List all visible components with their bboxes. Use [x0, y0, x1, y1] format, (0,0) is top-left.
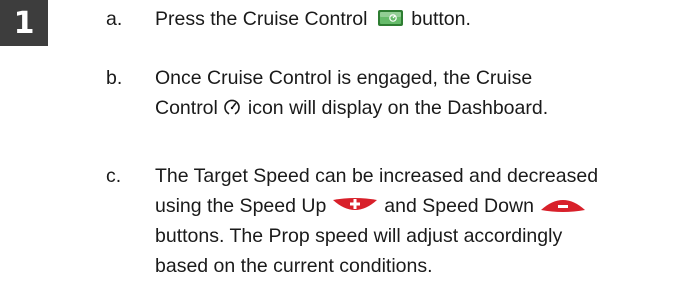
- item-letter: b.: [106, 67, 123, 89]
- cruise-control-dashboard-icon: [222, 97, 242, 117]
- item-text-part: using the Speed Up: [155, 195, 327, 217]
- step-number-badge: 1: [0, 0, 48, 46]
- speed-down-button-icon: [540, 197, 586, 213]
- step-number: 1: [13, 5, 35, 41]
- speed-up-button-icon: [332, 197, 378, 213]
- cruise-control-button-icon: [377, 8, 404, 28]
- item-text-part: and Speed Down: [384, 195, 534, 217]
- item-text-part: Press the Cruise Control: [155, 8, 368, 30]
- item-text-line: based on the current conditions.: [155, 255, 433, 277]
- item-text-part: icon will display on the Dashboard.: [247, 97, 549, 119]
- item-text-part: button.: [411, 8, 471, 30]
- item-text-part: Control: [155, 97, 218, 119]
- instruction-item-a: a. Press the Cruise Control button.: [106, 4, 471, 34]
- item-text: Press the Cruise Control button.: [155, 4, 471, 34]
- item-text-line: buttons. The Prop speed will adjust acco…: [155, 225, 563, 247]
- item-text: The Target Speed can be increased and de…: [155, 161, 598, 281]
- item-letter: c.: [106, 165, 122, 187]
- item-letter: a.: [106, 8, 123, 30]
- item-text-line: Once Cruise Control is engaged, the Crui…: [155, 67, 533, 89]
- instruction-item-b: b. Once Cruise Control is engaged, the C…: [106, 63, 548, 123]
- item-text: Once Cruise Control is engaged, the Crui…: [155, 63, 548, 123]
- item-text-line: The Target Speed can be increased and de…: [155, 165, 599, 187]
- instruction-item-c: c. The Target Speed can be increased and…: [106, 161, 598, 281]
